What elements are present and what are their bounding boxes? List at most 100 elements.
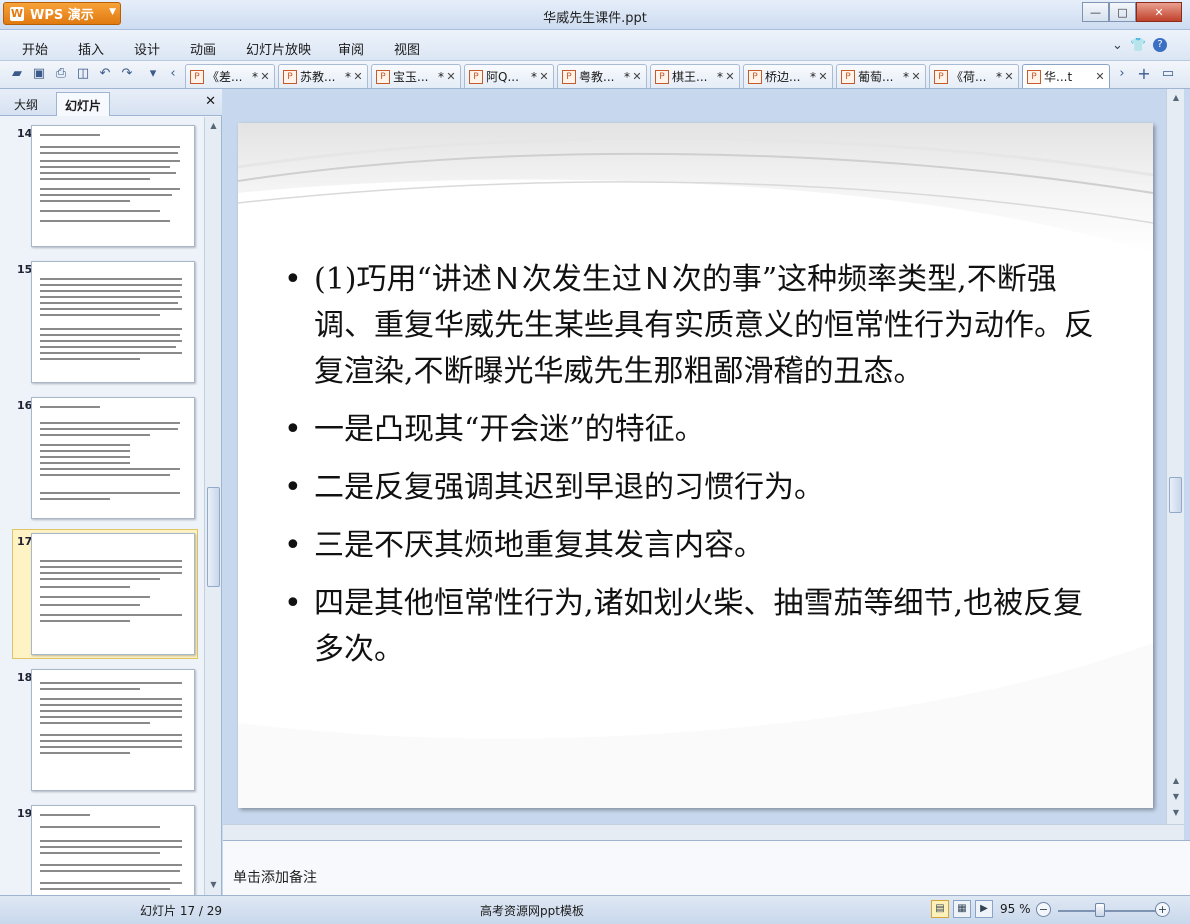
zoom-slider-track[interactable] xyxy=(1058,910,1156,912)
slides-panel: 大纲 幻灯片 ✕ 14 15 16 17 18 19 ▲ ▼ xyxy=(0,89,222,895)
ppt-file-icon: P xyxy=(562,69,576,84)
close-tab-icon[interactable]: ✕ xyxy=(258,70,272,83)
close-tab-icon[interactable]: ✕ xyxy=(351,70,365,83)
scroll-up-icon[interactable]: ▲ xyxy=(206,118,221,133)
scroll-tabs-left-icon[interactable]: ‹ xyxy=(165,66,181,82)
doc-tab[interactable]: P 阿Q... * ✕ xyxy=(464,64,554,88)
doc-tab[interactable]: P 棋王... * ✕ xyxy=(650,64,740,88)
close-tab-icon[interactable]: ✕ xyxy=(909,70,923,83)
menu-insert[interactable]: 插入 xyxy=(78,39,104,58)
close-tab-icon[interactable]: ✕ xyxy=(816,70,830,83)
scroll-up-icon[interactable]: ▲ xyxy=(1168,90,1184,106)
slide-editor: (1)巧用“讲述Ｎ次发生过Ｎ次的事”这种频率类型,不断强调、重复华威先生某些具有… xyxy=(223,89,1190,895)
editor-horizontal-scrollbar[interactable] xyxy=(223,824,1184,840)
menu-home[interactable]: 开始 xyxy=(22,39,48,58)
doc-tab-label: 棋王... xyxy=(672,70,708,84)
tab-outline[interactable]: 大纲 xyxy=(6,92,46,116)
zoom-in-button[interactable]: + xyxy=(1155,902,1170,917)
doc-tab-label: 粤教... xyxy=(579,70,615,84)
next-slide-icon[interactable]: ▼ xyxy=(1168,805,1184,821)
collapse-ribbon-icon[interactable]: ⌄ xyxy=(1112,38,1123,53)
bullet-item: 三是不厌其烦地重复其发言内容。 xyxy=(284,523,1104,569)
minimize-button[interactable]: — xyxy=(1082,2,1109,22)
panel-tabs: 大纲 幻灯片 ✕ xyxy=(0,89,222,116)
bullet-list: (1)巧用“讲述Ｎ次发生过Ｎ次的事”这种频率类型,不断强调、重复华威先生某些具有… xyxy=(284,257,1104,685)
slide-sorter-icon[interactable]: ▦ xyxy=(953,900,971,918)
doc-tab-active[interactable]: P 华...t ✕ xyxy=(1022,64,1110,88)
zoom-slider-knob[interactable] xyxy=(1095,903,1105,917)
scroll-tabs-right-icon[interactable]: › xyxy=(1114,66,1130,82)
print-icon[interactable]: ⎙ xyxy=(53,66,69,82)
doc-tab-label: 葡萄... xyxy=(858,70,894,84)
notes-pane[interactable]: 单击添加备注 xyxy=(223,840,1190,895)
menu-slideshow[interactable]: 幻灯片放映 xyxy=(246,39,311,58)
redo-icon[interactable]: ↷ xyxy=(119,66,135,82)
template-name: 高考资源网ppt模板 xyxy=(480,904,584,918)
undo-icon[interactable]: ↶ xyxy=(97,66,113,82)
ppt-file-icon: P xyxy=(1027,69,1041,84)
normal-view-icon[interactable]: ▤ xyxy=(931,900,949,918)
menu-animation[interactable]: 动画 xyxy=(190,39,216,58)
doc-tab-label: 阿Q... xyxy=(486,70,519,84)
editor-vertical-scrollbar[interactable]: ▲ ▲ ▼ ▼ xyxy=(1166,89,1184,824)
ppt-file-icon: P xyxy=(283,69,297,84)
ppt-file-icon: P xyxy=(376,69,390,84)
zoom-out-button[interactable]: − xyxy=(1036,902,1051,917)
scroll-down-icon[interactable]: ▼ xyxy=(206,877,221,892)
doc-tab-label: 《荷... xyxy=(951,70,987,84)
title-bar: W WPS 演示 ▼ 华威先生课件.ppt — □ ✕ xyxy=(0,0,1190,30)
doc-tab[interactable]: P 《差... * ✕ xyxy=(185,64,275,88)
tab-list-icon[interactable]: ▭ xyxy=(1160,66,1176,82)
print-preview-icon[interactable]: ◫ xyxy=(75,66,91,82)
ppt-file-icon: P xyxy=(841,69,855,84)
slide-thumbnail[interactable] xyxy=(31,261,195,383)
save-icon[interactable]: ▣ xyxy=(31,66,47,82)
doc-tab[interactable]: P 粤教... * ✕ xyxy=(557,64,647,88)
slide-thumbnail[interactable] xyxy=(31,669,195,791)
close-tab-icon[interactable]: ✕ xyxy=(723,70,737,83)
close-window-button[interactable]: ✕ xyxy=(1136,2,1182,22)
doc-tab-label: 桥边... xyxy=(765,70,801,84)
slide-thumbnail-selected[interactable] xyxy=(31,533,195,655)
scrollbar-thumb[interactable] xyxy=(1169,477,1182,513)
ppt-file-icon: P xyxy=(469,69,483,84)
menu-design[interactable]: 设计 xyxy=(134,39,160,58)
ppt-file-icon: P xyxy=(190,69,204,84)
open-folder-icon[interactable]: ▰ xyxy=(9,66,25,82)
menu-view[interactable]: 视图 xyxy=(394,39,420,58)
bullet-item: 二是反复强调其迟到早退的习惯行为。 xyxy=(284,465,1104,511)
doc-tab[interactable]: P 《荷... * ✕ xyxy=(929,64,1019,88)
scroll-up-icon[interactable]: ▲ xyxy=(1168,773,1184,789)
slide-indicator: 幻灯片 17 / 29 xyxy=(140,904,223,918)
new-tab-icon[interactable]: + xyxy=(1136,66,1152,82)
slide-thumbnail[interactable] xyxy=(31,397,195,519)
help-icon[interactable]: ? xyxy=(1153,38,1167,52)
slide-thumbnail[interactable] xyxy=(31,805,195,895)
doc-tab-label: 苏教... xyxy=(300,70,336,84)
close-tab-icon[interactable]: ✕ xyxy=(1093,70,1107,83)
close-tab-icon[interactable]: ✕ xyxy=(1002,70,1016,83)
slide-canvas[interactable]: (1)巧用“讲述Ｎ次发生过Ｎ次的事”这种频率类型,不断强调、重复华威先生某些具有… xyxy=(238,123,1153,808)
ppt-file-icon: P xyxy=(934,69,948,84)
close-tab-icon[interactable]: ✕ xyxy=(630,70,644,83)
customize-toolbar-icon[interactable]: ▾ xyxy=(145,66,161,82)
doc-tab[interactable]: P 宝玉... * ✕ xyxy=(371,64,461,88)
window-title: 华威先生课件.ppt xyxy=(543,11,647,26)
thumbnail-scrollbar[interactable]: ▲ ▼ xyxy=(204,117,221,895)
doc-tab[interactable]: P 桥边... * ✕ xyxy=(743,64,833,88)
close-panel-icon[interactable]: ✕ xyxy=(205,94,216,109)
scrollbar-thumb[interactable] xyxy=(207,487,220,587)
slideshow-play-icon[interactable]: ▶ xyxy=(975,900,993,918)
doc-tab[interactable]: P 葡萄... * ✕ xyxy=(836,64,926,88)
scroll-down-icon[interactable]: ▼ xyxy=(1168,789,1184,805)
close-tab-icon[interactable]: ✕ xyxy=(537,70,551,83)
document-tab-bar: ▰ ▣ ⎙ ◫ ↶ ↷ ▾ ‹ P 《差... * ✕ P 苏教... * ✕ … xyxy=(0,61,1190,89)
skin-icon[interactable]: 👕 xyxy=(1130,38,1146,53)
close-tab-icon[interactable]: ✕ xyxy=(444,70,458,83)
menu-review[interactable]: 审阅 xyxy=(338,39,364,58)
doc-tab[interactable]: P 苏教... * ✕ xyxy=(278,64,368,88)
tab-slides[interactable]: 幻灯片 xyxy=(56,92,111,116)
slide-thumbnail[interactable] xyxy=(31,125,195,247)
maximize-button[interactable]: □ xyxy=(1109,2,1136,22)
status-bar: 幻灯片 17 / 29 高考资源网ppt模板 ▤ ▦ ▶ 95 % − + xyxy=(0,895,1190,924)
